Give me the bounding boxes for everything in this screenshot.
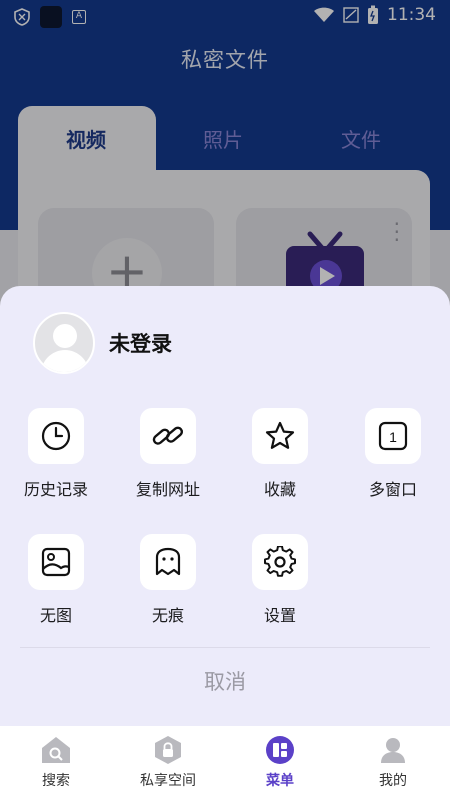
menu-item-incognito[interactable]: 无痕 (112, 534, 224, 644)
menu-label-copy-url: 复制网址 (135, 480, 200, 499)
user-profile-row[interactable]: 未登录 (33, 312, 172, 374)
nav-label-search: 搜索 (42, 773, 70, 789)
svg-text:1: 1 (389, 429, 397, 445)
nav-item-search[interactable]: 搜索 (0, 734, 112, 790)
avatar[interactable] (33, 312, 95, 374)
menu-grid-icon (264, 734, 296, 766)
image-icon (28, 534, 84, 590)
nav-item-private-space[interactable]: 私享空间 (112, 734, 224, 790)
nav-label-private-space: 私享空间 (140, 773, 196, 789)
menu-item-history[interactable]: 历史记录 (0, 408, 112, 518)
clock-icon (28, 408, 84, 464)
link-icon (140, 408, 196, 464)
divider (20, 647, 430, 648)
lock-shield-icon (152, 734, 184, 766)
star-icon (252, 408, 308, 464)
menu-label-favorites: 收藏 (263, 480, 296, 499)
cancel-button[interactable]: 取消 (0, 666, 450, 696)
nav-item-mine[interactable]: 我的 (337, 734, 449, 790)
login-status[interactable]: 未登录 (109, 328, 172, 358)
menu-sheet: 未登录 历史记录 复制网址 收藏 1 多窗口 无图 无痕 设置 取消 (0, 286, 450, 726)
menu-label-no-image: 无图 (39, 606, 72, 625)
bottom-nav: 搜索 私享空间 菜单 我的 (0, 726, 450, 800)
profile-icon (377, 734, 409, 766)
menu-label-history: 历史记录 (23, 480, 88, 499)
menu-item-no-image[interactable]: 无图 (0, 534, 112, 644)
gear-icon (252, 534, 308, 590)
nav-item-menu[interactable]: 菜单 (224, 734, 336, 790)
window-count-icon: 1 (365, 408, 421, 464)
menu-item-favorites[interactable]: 收藏 (224, 408, 336, 518)
search-home-icon (40, 734, 72, 766)
menu-item-settings[interactable]: 设置 (224, 534, 336, 644)
nav-label-mine: 我的 (379, 773, 407, 789)
menu-label-multi-window: 多窗口 (368, 480, 417, 499)
menu-label-settings: 设置 (263, 606, 296, 625)
nav-label-menu: 菜单 (266, 773, 294, 789)
menu-item-copy-url[interactable]: 复制网址 (112, 408, 224, 518)
menu-label-incognito: 无痕 (151, 606, 184, 625)
menu-item-multi-window[interactable]: 1 多窗口 (337, 408, 449, 518)
ghost-icon (140, 534, 196, 590)
